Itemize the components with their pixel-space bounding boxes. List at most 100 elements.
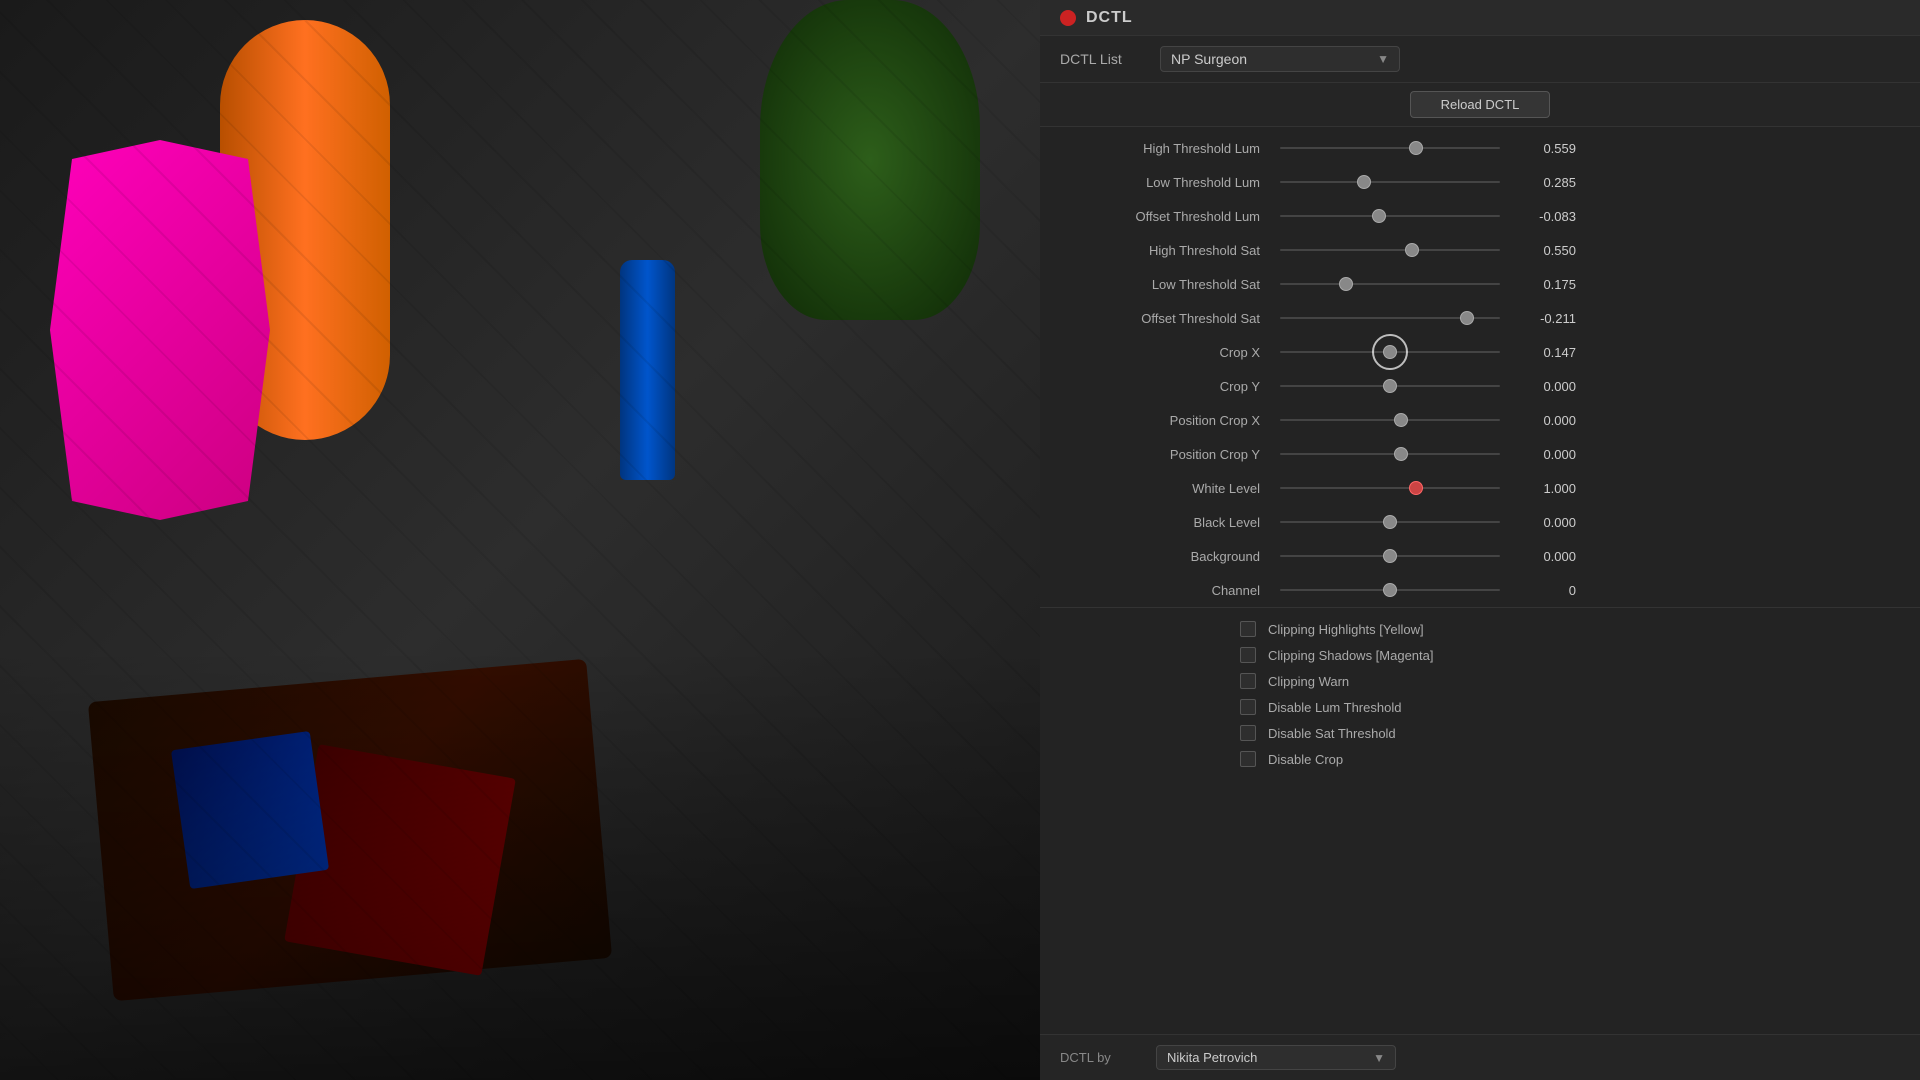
slider-thumb-low-threshold-sat[interactable] [1339, 277, 1353, 291]
slider-track-black-level [1280, 521, 1500, 523]
slider-container-white-level[interactable] [1280, 479, 1500, 497]
params-area: High Threshold Lum 0.559 Low Threshold Lum… [1040, 127, 1920, 1034]
checkbox-clipping-shadows[interactable] [1240, 647, 1256, 663]
slider-container-high-threshold-lum[interactable] [1280, 139, 1500, 157]
slider-container-black-level[interactable] [1280, 513, 1500, 531]
slider-track-low-threshold-sat [1280, 283, 1500, 285]
slider-container-crop-y[interactable] [1280, 377, 1500, 395]
checkbox-disable-crop[interactable] [1240, 751, 1256, 767]
slider-container-crop-x[interactable] [1280, 343, 1500, 361]
slider-thumb-high-threshold-sat[interactable] [1405, 243, 1419, 257]
slider-container-low-threshold-sat[interactable] [1280, 275, 1500, 293]
slider-container-position-crop-x[interactable] [1280, 411, 1500, 429]
dctl-list-label: DCTL List [1060, 51, 1140, 67]
slider-thumb-position-crop-y[interactable] [1394, 447, 1408, 461]
param-row-low-threshold-lum: Low Threshold Lum 0.285 [1040, 165, 1920, 199]
param-label-offset-threshold-sat: Offset Threshold Sat [1060, 311, 1260, 326]
param-label-black-level: Black Level [1060, 515, 1260, 530]
slider-container-low-threshold-lum[interactable] [1280, 173, 1500, 191]
slider-thumb-high-threshold-lum[interactable] [1409, 141, 1423, 155]
dctl-by-dropdown[interactable]: Nikita Petrovich ▼ [1156, 1045, 1396, 1070]
param-value-high-threshold-sat: 0.550 [1516, 243, 1576, 258]
slider-thumb-position-crop-x[interactable] [1394, 413, 1408, 427]
checkbox-clipping-warn[interactable] [1240, 673, 1256, 689]
dctl-status-dot [1060, 10, 1076, 26]
checkbox-disable-lum-threshold[interactable] [1240, 699, 1256, 715]
slider-track-background [1280, 555, 1500, 557]
checkbox-label-clipping-shadows: Clipping Shadows [Magenta] [1268, 648, 1434, 663]
slider-container-high-threshold-sat[interactable] [1280, 241, 1500, 259]
checkbox-clipping-highlights[interactable] [1240, 621, 1256, 637]
param-value-low-threshold-lum: 0.285 [1516, 175, 1576, 190]
param-value-channel: 0 [1516, 583, 1576, 598]
dctl-list-arrow: ▼ [1377, 52, 1389, 66]
param-row-offset-threshold-lum: Offset Threshold Lum -0.083 [1040, 199, 1920, 233]
checkbox-label-disable-lum-threshold: Disable Lum Threshold [1268, 700, 1401, 715]
param-label-offset-threshold-lum: Offset Threshold Lum [1060, 209, 1260, 224]
dctl-by-label: DCTL by [1060, 1050, 1140, 1065]
param-label-background: Background [1060, 549, 1260, 564]
slider-thumb-offset-threshold-sat[interactable] [1460, 311, 1474, 325]
slider-track-channel [1280, 589, 1500, 591]
param-label-position-crop-x: Position Crop X [1060, 413, 1260, 428]
param-label-low-threshold-lum: Low Threshold Lum [1060, 175, 1260, 190]
slider-track-white-level [1280, 487, 1500, 489]
param-value-offset-threshold-lum: -0.083 [1516, 209, 1576, 224]
checkbox-row-disable-crop: Disable Crop [1240, 746, 1900, 772]
dctl-list-dropdown[interactable]: NP Surgeon ▼ [1160, 46, 1400, 72]
slider-track-position-crop-x [1280, 419, 1500, 421]
slider-track-offset-threshold-sat [1280, 317, 1500, 319]
slider-container-offset-threshold-lum[interactable] [1280, 207, 1500, 225]
param-value-crop-y: 0.000 [1516, 379, 1576, 394]
slider-thumb-crop-x[interactable] [1383, 345, 1397, 359]
param-row-offset-threshold-sat: Offset Threshold Sat -0.211 [1040, 301, 1920, 335]
checkbox-disable-sat-threshold[interactable] [1240, 725, 1256, 741]
param-value-low-threshold-sat: 0.175 [1516, 277, 1576, 292]
slider-container-offset-threshold-sat[interactable] [1280, 309, 1500, 327]
param-label-low-threshold-sat: Low Threshold Sat [1060, 277, 1260, 292]
param-label-high-threshold-sat: High Threshold Sat [1060, 243, 1260, 258]
checkbox-label-clipping-highlights: Clipping Highlights [Yellow] [1268, 622, 1424, 637]
checkbox-row-clipping-shadows: Clipping Shadows [Magenta] [1240, 642, 1900, 668]
slider-thumb-white-level[interactable] [1409, 481, 1423, 495]
param-label-high-threshold-lum: High Threshold Lum [1060, 141, 1260, 156]
param-row-channel: Channel0 [1040, 573, 1920, 607]
slider-thumb-offset-threshold-lum[interactable] [1372, 209, 1386, 223]
slider-thumb-black-level[interactable] [1383, 515, 1397, 529]
param-label-white-level: White Level [1060, 481, 1260, 496]
param-row-high-threshold-sat: High Threshold Sat 0.550 [1040, 233, 1920, 267]
slider-thumb-crop-y[interactable] [1383, 379, 1397, 393]
slider-container-channel[interactable] [1280, 581, 1500, 599]
slider-thumb-channel[interactable] [1383, 583, 1397, 597]
slider-track-crop-y [1280, 385, 1500, 387]
slider-container-background[interactable] [1280, 547, 1500, 565]
param-value-high-threshold-lum: 0.559 [1516, 141, 1576, 156]
param-label-position-crop-y: Position Crop Y [1060, 447, 1260, 462]
param-label-crop-y: Crop Y [1060, 379, 1260, 394]
slider-track-high-threshold-sat [1280, 249, 1500, 251]
slider-track-crop-x [1280, 351, 1500, 353]
param-row-crop-x: Crop X0.147 [1040, 335, 1920, 369]
panel-title: DCTL [1086, 9, 1133, 27]
checkbox-label-disable-sat-threshold: Disable Sat Threshold [1268, 726, 1396, 741]
slider-track-low-threshold-lum [1280, 181, 1500, 183]
checkbox-label-clipping-warn: Clipping Warn [1268, 674, 1349, 689]
dctl-list-value: NP Surgeon [1171, 51, 1247, 67]
param-value-background: 0.000 [1516, 549, 1576, 564]
slider-track-offset-threshold-lum [1280, 215, 1500, 217]
param-row-crop-y: Crop Y 0.000 [1040, 369, 1920, 403]
param-value-position-crop-x: 0.000 [1516, 413, 1576, 428]
slider-container-position-crop-y[interactable] [1280, 445, 1500, 463]
panel-header: DCTL [1040, 0, 1920, 36]
slider-thumb-background[interactable] [1383, 549, 1397, 563]
checkbox-label-disable-crop: Disable Crop [1268, 752, 1343, 767]
slider-track-high-threshold-lum [1280, 147, 1500, 149]
param-value-offset-threshold-sat: -0.211 [1516, 311, 1576, 326]
checkbox-row-clipping-warn: Clipping Warn [1240, 668, 1900, 694]
reload-button[interactable]: Reload DCTL [1410, 91, 1551, 118]
checkbox-row-disable-lum-threshold: Disable Lum Threshold [1240, 694, 1900, 720]
dctl-by-value: Nikita Petrovich [1167, 1050, 1257, 1065]
slider-thumb-low-threshold-lum[interactable] [1357, 175, 1371, 189]
param-row-low-threshold-sat: Low Threshold Sat 0.175 [1040, 267, 1920, 301]
param-value-crop-x: 0.147 [1516, 345, 1576, 360]
